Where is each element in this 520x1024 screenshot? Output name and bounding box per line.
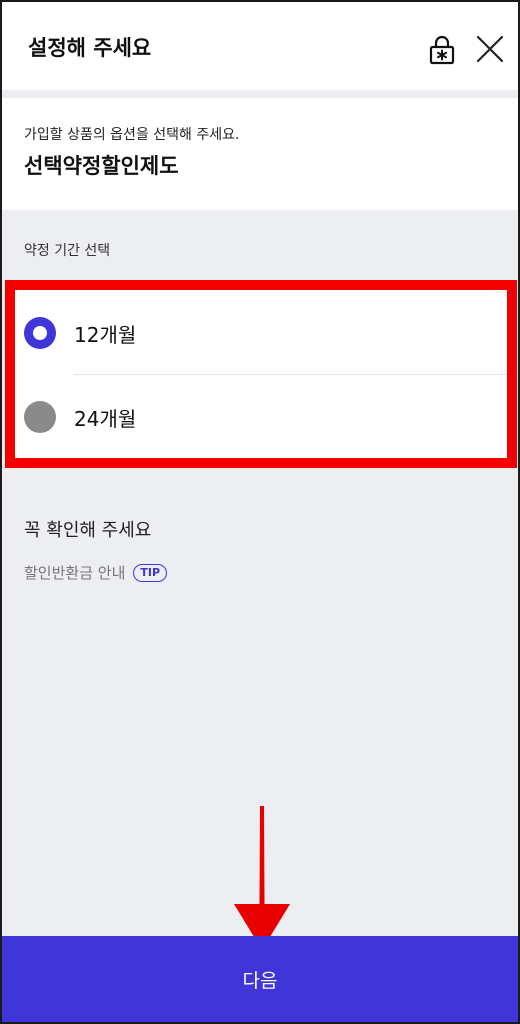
- contract-period-label: 약정 기간 선택: [24, 243, 111, 259]
- tip-badge: TIP: [133, 563, 168, 582]
- refund-info-text: 할인반환금 안내: [24, 564, 126, 582]
- product-info: 가입할 상품의 옵션을 선택해 주세요. 선택약정할인제도: [2, 98, 518, 210]
- option-24-months[interactable]: 24개월: [15, 374, 507, 458]
- header-divider: [2, 90, 518, 98]
- down-arrow-icon: [234, 806, 290, 950]
- radio-unselected[interactable]: [24, 401, 56, 433]
- lock-keypad-button[interactable]: [428, 35, 456, 65]
- close-button[interactable]: [474, 33, 506, 65]
- contract-options: 12개월 24개월: [15, 290, 507, 458]
- refund-info-link[interactable]: 할인반환금 안내 TIP: [24, 562, 168, 583]
- radio-selected[interactable]: [24, 317, 56, 349]
- notice-title: 꼭 확인해 주세요: [24, 520, 152, 541]
- product-title: 선택약정할인제도: [24, 154, 179, 178]
- product-subtitle: 가입할 상품의 옵션을 선택해 주세요.: [24, 127, 240, 143]
- screen: 설정해 주세요 가입할 상품의 옵션을 선택해 주세요. 선택약정할인제도 약정…: [0, 0, 520, 1024]
- page-title: 설정해 주세요: [28, 36, 152, 60]
- option-label: 24개월: [74, 407, 137, 431]
- header: 설정해 주세요: [2, 2, 518, 90]
- next-button[interactable]: 다음: [2, 936, 518, 1022]
- option-label: 12개월: [74, 323, 137, 347]
- option-12-months[interactable]: 12개월: [15, 290, 507, 375]
- close-icon: [476, 35, 504, 63]
- lock-keypad-icon: [429, 35, 455, 65]
